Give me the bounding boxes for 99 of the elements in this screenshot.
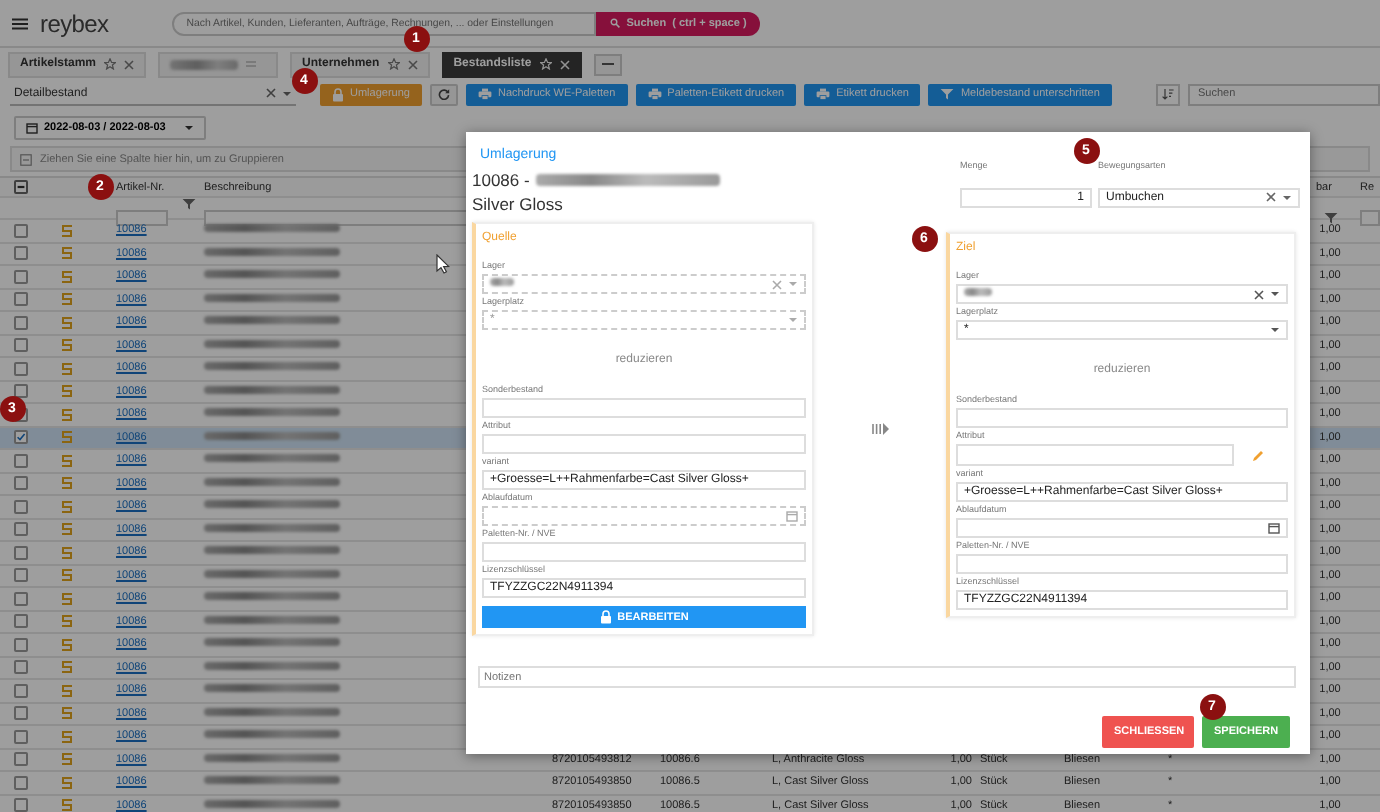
text-field[interactable] <box>956 554 1288 574</box>
blurred-text <box>204 408 340 417</box>
filter-field[interactable] <box>116 210 168 226</box>
lock-icon <box>599 610 612 624</box>
row-checkbox[interactable] <box>13 660 27 675</box>
calendar-icon <box>1268 522 1280 534</box>
blurred-text <box>204 776 340 785</box>
blurred-text <box>204 293 340 302</box>
row-checkbox[interactable] <box>13 223 27 238</box>
row-checkbox[interactable] <box>13 246 27 261</box>
minus-icon <box>15 182 25 192</box>
row-checkbox[interactable] <box>13 683 27 698</box>
sort-button[interactable] <box>1156 83 1180 105</box>
blurred-text <box>204 684 340 693</box>
blurred-text <box>204 707 340 716</box>
row-checkbox[interactable] <box>13 315 27 330</box>
blurred-text <box>204 385 340 394</box>
sort-icon <box>1162 88 1174 100</box>
close-icon[interactable] <box>1254 289 1264 299</box>
caret-icon[interactable] <box>282 89 292 97</box>
row-checkbox[interactable] <box>13 545 27 560</box>
blurred-text <box>204 638 340 647</box>
blurred-text <box>204 523 340 532</box>
more-tabs-button[interactable] <box>593 53 622 75</box>
text-field[interactable] <box>956 444 1234 466</box>
row-checkbox[interactable] <box>13 430 27 445</box>
row-checkbox[interactable] <box>13 384 27 399</box>
filter-icon[interactable] <box>1323 212 1337 224</box>
close-icon[interactable] <box>1266 192 1276 202</box>
blurred-text <box>204 753 340 762</box>
printer-icon <box>647 88 662 100</box>
blurred-text <box>204 592 340 601</box>
select-all-checkbox[interactable] <box>13 180 27 194</box>
blurred-text <box>204 799 340 808</box>
caret-icon[interactable] <box>1282 193 1292 201</box>
search-icon <box>610 18 621 28</box>
menu-icon[interactable] <box>12 17 28 29</box>
blurred-text <box>204 224 340 233</box>
row-checkbox[interactable] <box>13 499 27 514</box>
blurred-text <box>204 730 340 739</box>
filter-field[interactable] <box>1360 210 1380 226</box>
blurred-text <box>964 288 992 296</box>
blurred-text <box>204 454 340 463</box>
blurred-text <box>204 431 340 440</box>
row-checkbox[interactable] <box>13 568 27 583</box>
transfer-arrow-icon <box>871 422 889 436</box>
refresh-button[interactable] <box>429 83 458 105</box>
row-checkbox[interactable] <box>13 292 27 307</box>
caret-icon[interactable] <box>1270 290 1280 298</box>
calendar-icon <box>26 122 38 134</box>
row-checkbox[interactable] <box>13 522 27 537</box>
blurred-text <box>204 339 340 348</box>
blurred-text <box>170 59 239 69</box>
blurred-text <box>204 500 340 509</box>
blurred-text <box>204 247 340 256</box>
caret-icon[interactable] <box>184 124 194 132</box>
row-checkbox[interactable] <box>13 269 27 284</box>
close-icon[interactable] <box>124 59 135 69</box>
blurred-text <box>204 661 340 670</box>
blurred-text <box>204 615 340 624</box>
blurred-text <box>204 477 340 486</box>
blurred-text <box>204 362 340 371</box>
row-checkbox[interactable] <box>13 798 27 812</box>
row-checkbox[interactable] <box>13 591 27 606</box>
lock-icon <box>332 87 344 101</box>
blurred-text <box>204 316 340 325</box>
star-icon[interactable] <box>104 58 117 70</box>
blurred-text <box>490 278 514 286</box>
star-icon[interactable] <box>387 58 400 70</box>
calendar-icon <box>786 510 798 522</box>
close-icon[interactable] <box>266 88 276 98</box>
printer-icon <box>816 88 831 100</box>
filter-icon <box>940 88 955 100</box>
logo: reybex <box>40 9 109 37</box>
row-checkbox[interactable] <box>13 752 27 767</box>
row-checkbox[interactable] <box>13 338 27 353</box>
row-checkbox[interactable] <box>13 706 27 721</box>
close-icon[interactable] <box>407 59 418 69</box>
row-checkbox[interactable] <box>13 775 27 790</box>
row-checkbox[interactable] <box>13 614 27 629</box>
row-checkbox[interactable] <box>13 361 27 376</box>
row-checkbox[interactable] <box>13 453 27 468</box>
date-field[interactable] <box>956 518 1288 538</box>
group-icon <box>20 153 32 165</box>
blurred-text <box>204 270 340 279</box>
row-checkbox[interactable] <box>13 637 27 652</box>
check-icon <box>15 432 25 443</box>
row-checkbox[interactable] <box>13 476 27 491</box>
tab[interactable] <box>158 51 279 77</box>
cursor-icon <box>436 254 450 274</box>
refresh-icon <box>437 88 450 100</box>
text-field[interactable] <box>956 408 1288 428</box>
blurred-text <box>204 546 340 555</box>
article-title: 10086 - <box>472 170 530 190</box>
printer-icon <box>477 88 492 100</box>
row-checkbox[interactable] <box>13 729 27 744</box>
article-subtitle: Silver Gloss <box>472 194 565 214</box>
blurred-text <box>204 569 340 578</box>
caret-icon[interactable] <box>1270 326 1280 334</box>
